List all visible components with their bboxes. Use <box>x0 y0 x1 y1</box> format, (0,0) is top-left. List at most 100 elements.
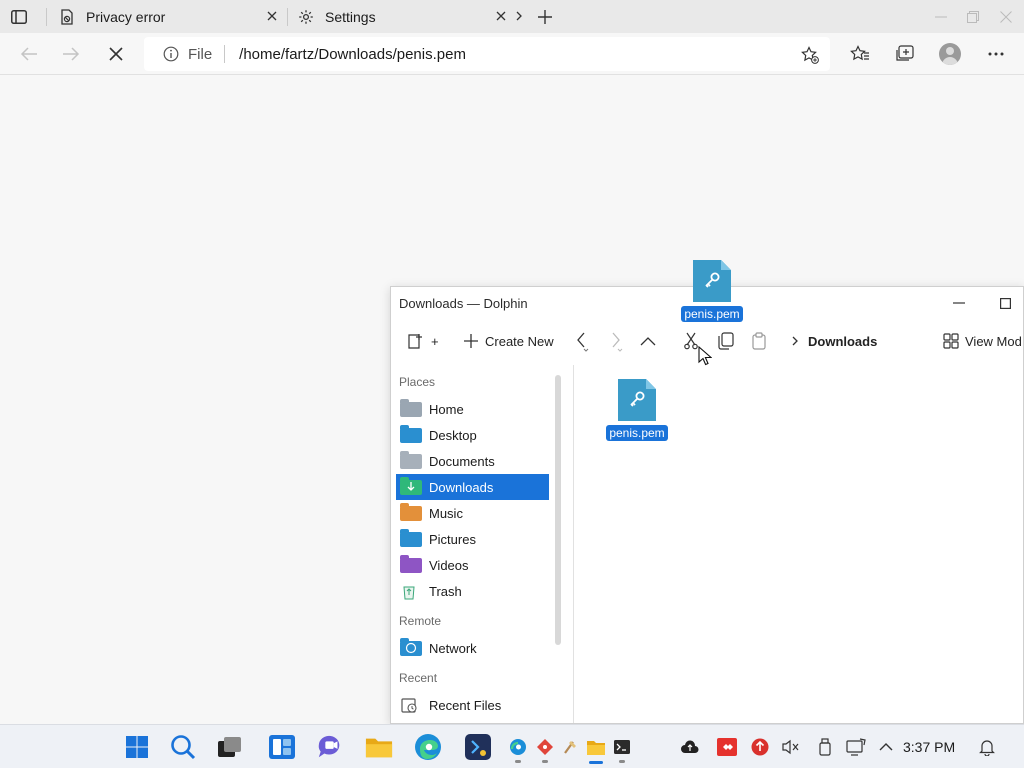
places-item-label: Desktop <box>429 427 477 443</box>
places-item-recent-files[interactable]: Recent Files <box>396 692 549 718</box>
terminal-icon[interactable] <box>612 737 632 763</box>
profile-avatar[interactable] <box>938 42 962 66</box>
back-arrow-icon[interactable] <box>16 42 42 66</box>
start-icon[interactable] <box>123 733 151 761</box>
address-bar[interactable]: File /home/fartz/Downloads/penis.pem <box>144 37 830 71</box>
chevron-up-icon <box>640 337 656 346</box>
git-app-icon[interactable] <box>535 737 555 763</box>
terminal-app-icon[interactable] <box>464 733 492 761</box>
close-window-icon[interactable] <box>995 6 1017 28</box>
privacy-error-icon <box>58 8 76 26</box>
running-indicator <box>515 760 521 763</box>
taskbar-clock[interactable]: 3:37 PM <box>903 739 955 755</box>
tab-actions-icon[interactable] <box>8 6 30 28</box>
browser-toolbar: File /home/fartz/Downloads/penis.pem <box>0 33 1024 75</box>
taskbar: 3:37 PM <box>0 724 1024 768</box>
chevron-up-icon[interactable] <box>876 737 896 757</box>
tab-settings[interactable]: Settings <box>297 0 525 33</box>
desktop-folder-icon <box>400 425 422 444</box>
volume-muted-icon[interactable] <box>781 737 801 757</box>
places-item-label: Home <box>429 401 464 417</box>
anydesk-icon[interactable] <box>717 737 737 757</box>
trash-icon <box>400 582 422 600</box>
running-indicator <box>619 760 625 763</box>
display-icon[interactable] <box>846 737 866 757</box>
paste-button[interactable] <box>751 329 767 353</box>
new-tab-button[interactable]: + <box>407 329 439 353</box>
tools-app-icon[interactable] <box>560 737 580 757</box>
places-item-music[interactable]: Music <box>396 500 549 526</box>
forward-button[interactable] <box>609 329 623 353</box>
task-view-icon[interactable] <box>216 733 244 761</box>
url-text[interactable]: /home/fartz/Downloads/penis.pem <box>239 46 466 63</box>
music-folder-icon <box>400 503 422 522</box>
create-new-button[interactable]: Create New <box>463 329 554 353</box>
places-item-home[interactable]: Home <box>396 396 549 422</box>
places-heading: Places <box>399 375 436 389</box>
places-item-pictures[interactable]: Pictures <box>396 526 549 552</box>
file-item[interactable]: penis.pem <box>605 379 669 441</box>
recent-heading: Recent <box>399 671 438 685</box>
videos-folder-icon <box>400 555 422 574</box>
favorites-icon[interactable] <box>848 42 872 66</box>
places-item-downloads[interactable]: Downloads <box>396 474 549 500</box>
add-favorite-icon[interactable] <box>800 45 820 65</box>
maximize-icon[interactable] <box>997 295 1013 311</box>
info-icon[interactable] <box>162 45 180 63</box>
search-icon[interactable] <box>169 733 197 761</box>
address-separator <box>224 45 226 63</box>
view-mode-label: View Mod <box>965 333 1022 349</box>
new-tab-button[interactable] <box>534 6 556 28</box>
places-item-label: Videos <box>429 557 469 573</box>
back-button[interactable] <box>575 329 589 353</box>
up-button[interactable] <box>639 329 657 353</box>
network-icon <box>400 638 422 657</box>
edge-icon[interactable] <box>414 733 442 761</box>
tab-title: Privacy error <box>86 8 166 25</box>
breadcrumb-downloads[interactable]: Downloads <box>808 334 877 349</box>
home-folder-icon <box>400 399 422 418</box>
tab-privacy-error[interactable]: Privacy error <box>58 0 286 33</box>
edge-icon[interactable] <box>508 737 528 763</box>
cloud-sync-icon[interactable] <box>680 737 700 757</box>
places-item-network[interactable]: Network <box>396 635 549 661</box>
create-new-label: Create New <box>485 333 554 349</box>
widgets-icon[interactable] <box>268 733 296 761</box>
chevron-right-icon[interactable] <box>511 8 527 24</box>
update-icon[interactable] <box>750 737 770 757</box>
pane-divider <box>573 365 574 723</box>
stop-loading-icon[interactable] <box>103 42 129 66</box>
chat-icon[interactable] <box>316 733 344 761</box>
usb-device-icon[interactable] <box>815 737 835 757</box>
tab-separator <box>287 8 288 26</box>
minimize-icon[interactable] <box>951 295 967 311</box>
copy-icon <box>718 332 734 350</box>
places-scrollbar[interactable] <box>555 375 561 645</box>
cut-button[interactable] <box>683 329 699 353</box>
downloads-folder-icon <box>400 477 422 496</box>
restore-icon[interactable] <box>962 6 984 28</box>
places-item-trash[interactable]: Trash <box>396 578 549 604</box>
drag-ghost: penis.pem <box>680 260 744 328</box>
more-options-icon[interactable] <box>984 42 1008 66</box>
breadcrumb[interactable]: Downloads <box>791 329 877 353</box>
file-explorer-icon[interactable] <box>365 733 393 761</box>
grid-view-icon <box>943 333 959 349</box>
forward-arrow-icon[interactable] <box>58 42 84 66</box>
tab-title: Settings <box>325 8 376 25</box>
window-title: Downloads — Dolphin <box>399 295 528 311</box>
close-icon[interactable] <box>493 8 509 24</box>
new-tab-icon <box>408 334 422 349</box>
places-item-label: Trash <box>429 583 462 599</box>
minimize-icon[interactable] <box>930 6 952 28</box>
documents-folder-icon <box>400 451 422 470</box>
close-icon[interactable] <box>264 8 280 24</box>
places-item-desktop[interactable]: Desktop <box>396 422 549 448</box>
view-mode-button[interactable]: View Mod <box>943 329 1022 353</box>
copy-button[interactable] <box>717 329 735 353</box>
places-item-videos[interactable]: Videos <box>396 552 549 578</box>
dolphin-app-icon[interactable] <box>586 737 606 764</box>
collections-icon[interactable] <box>893 42 917 66</box>
places-item-documents[interactable]: Documents <box>396 448 549 474</box>
notification-bell-icon[interactable] <box>977 737 997 757</box>
